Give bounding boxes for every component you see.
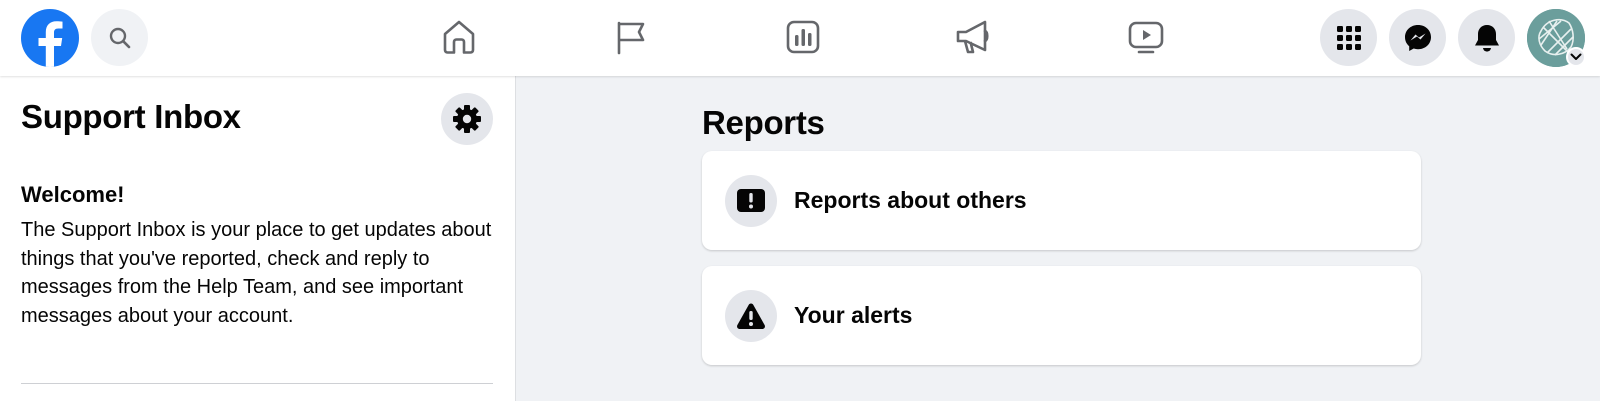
- settings-button[interactable]: [441, 93, 493, 145]
- chevron-down-icon: [1570, 53, 1582, 60]
- report-icon-container: [725, 175, 777, 227]
- megaphone-icon: [956, 20, 989, 54]
- messenger-button[interactable]: [1389, 9, 1446, 66]
- bell-icon: [1474, 24, 1499, 51]
- divider: [21, 383, 493, 384]
- home-icon: [443, 20, 475, 54]
- nav-watch[interactable]: [1123, 14, 1169, 60]
- search-button[interactable]: [91, 9, 148, 66]
- flag-icon: [617, 21, 645, 55]
- gear-icon: [453, 105, 481, 133]
- reports-about-others-card[interactable]: Reports about others: [702, 151, 1421, 250]
- welcome-description: The Support Inbox is your place to get u…: [21, 219, 492, 327]
- card-label: Reports about others: [794, 187, 1027, 213]
- reports-heading: Reports: [702, 104, 825, 141]
- messenger-icon: [1404, 24, 1431, 51]
- report-exclamation-icon: [737, 189, 765, 212]
- support-inbox-sidebar: Support Inbox Welcome! The Support Inbox…: [0, 76, 516, 401]
- notifications-button[interactable]: [1458, 9, 1515, 66]
- menu-button[interactable]: [1320, 9, 1377, 66]
- nav-home[interactable]: [436, 14, 482, 60]
- search-icon: [109, 27, 130, 48]
- nav-ads[interactable]: [951, 14, 997, 60]
- account-menu-chevron[interactable]: [1566, 47, 1586, 67]
- nav-pages[interactable]: [608, 14, 654, 60]
- page-title: Support Inbox: [21, 98, 241, 135]
- your-alerts-card[interactable]: Your alerts: [702, 266, 1421, 365]
- video-icon: [1128, 21, 1164, 54]
- welcome-heading: Welcome!: [21, 182, 125, 207]
- alert-icon-container: [725, 290, 777, 342]
- nav-insights[interactable]: [780, 14, 826, 60]
- card-label: Your alerts: [794, 302, 913, 328]
- grid-menu-icon: [1336, 25, 1361, 50]
- top-navigation-bar: [0, 0, 1600, 76]
- bar-chart-icon: [786, 20, 820, 54]
- facebook-f-icon: [38, 21, 63, 67]
- warning-triangle-icon: [737, 303, 765, 329]
- facebook-logo[interactable]: [21, 9, 79, 67]
- account-avatar[interactable]: [1527, 9, 1586, 67]
